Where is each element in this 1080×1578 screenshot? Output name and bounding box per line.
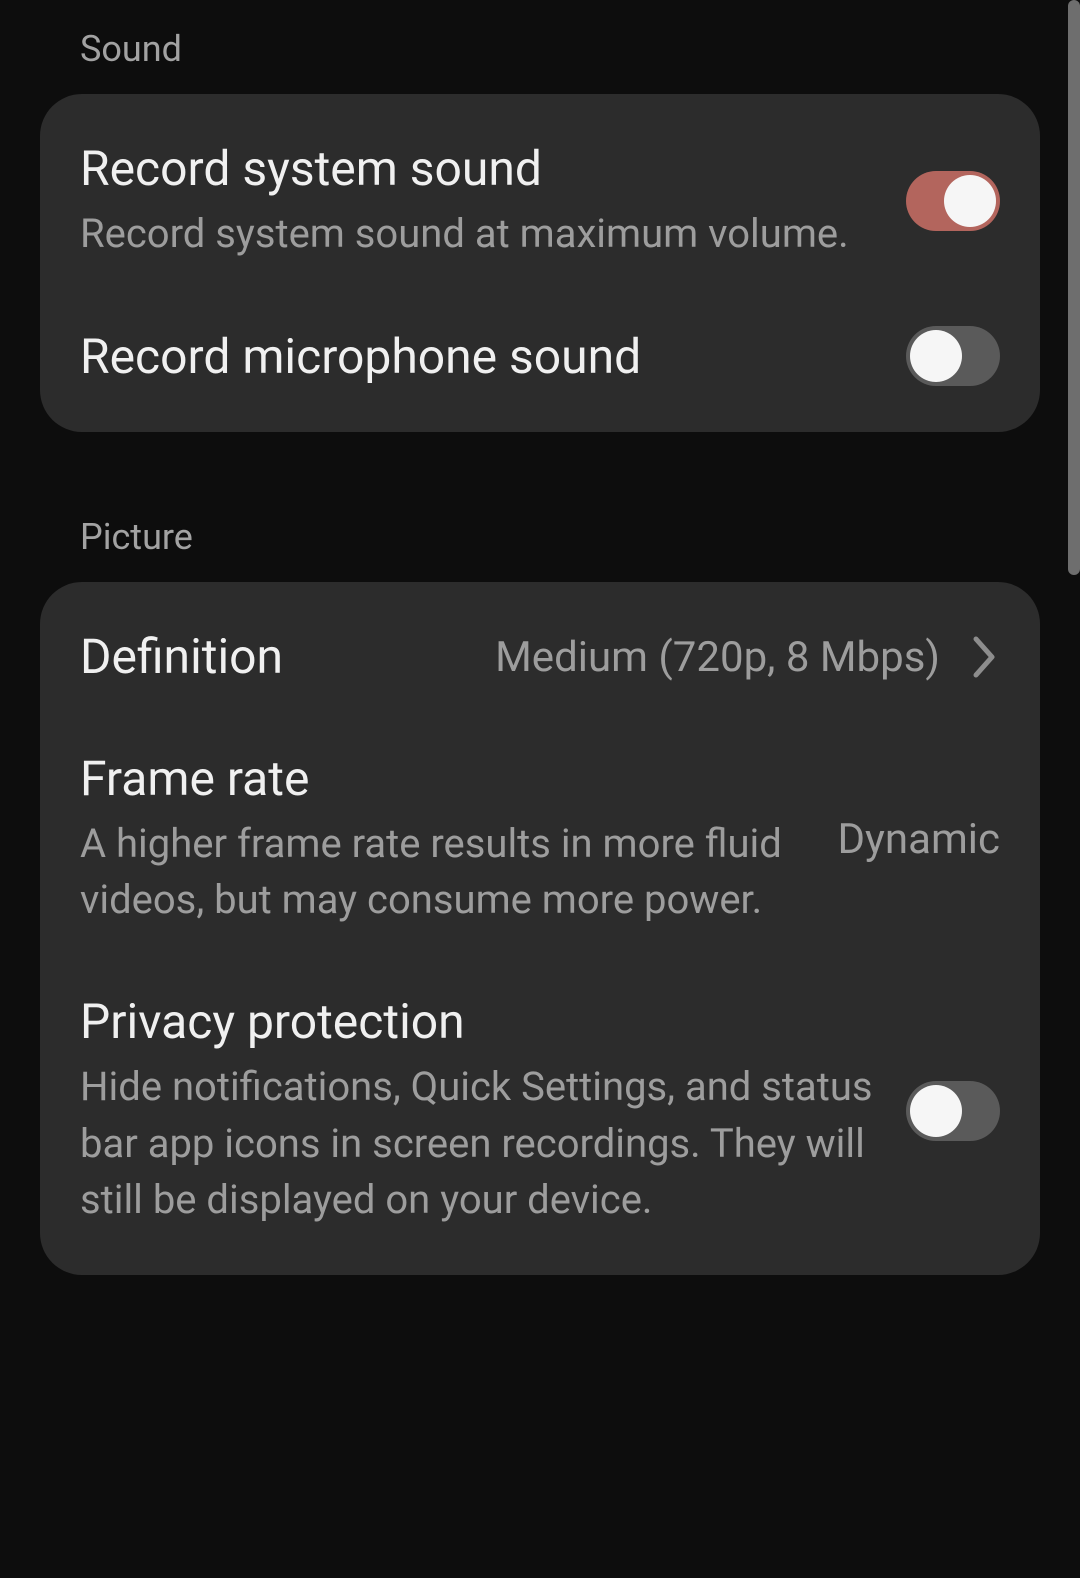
row-title: Privacy protection xyxy=(80,993,876,1051)
row-subtitle: Hide notifications, Quick Settings, and … xyxy=(80,1059,876,1229)
row-value-definition: Medium (720p, 8 Mbps) xyxy=(495,633,940,682)
row-value-frame-rate: Dynamic xyxy=(837,815,1000,864)
row-title: Record microphone sound xyxy=(80,328,876,386)
section-spacer xyxy=(40,432,1040,488)
toggle-knob xyxy=(910,1085,962,1137)
section-header-picture: Picture xyxy=(40,488,1040,582)
toggle-record-microphone-sound[interactable] xyxy=(906,326,1000,386)
row-title: Record system sound xyxy=(80,140,876,198)
scrollbar[interactable] xyxy=(1068,0,1080,575)
toggle-record-system-sound[interactable] xyxy=(906,171,1000,231)
row-text: Record system sound Record system sound … xyxy=(80,140,876,262)
toggle-knob xyxy=(910,330,962,382)
row-frame-rate[interactable]: Frame rate A higher frame rate results i… xyxy=(40,718,1040,961)
row-record-system-sound[interactable]: Record system sound Record system sound … xyxy=(40,108,1040,294)
toggle-knob xyxy=(944,175,996,227)
row-subtitle: Record system sound at maximum volume. xyxy=(80,206,876,263)
row-title: Frame rate xyxy=(80,750,807,808)
row-title: Definition xyxy=(80,628,465,686)
row-definition[interactable]: Definition Medium (720p, 8 Mbps) xyxy=(40,596,1040,718)
row-text: Definition xyxy=(80,628,465,686)
row-text: Record microphone sound xyxy=(80,328,876,386)
row-subtitle: A higher frame rate results in more flui… xyxy=(80,816,807,930)
picture-card: Definition Medium (720p, 8 Mbps) Frame r… xyxy=(40,582,1040,1275)
toggle-privacy-protection[interactable] xyxy=(906,1081,1000,1141)
row-privacy-protection[interactable]: Privacy protection Hide notifications, Q… xyxy=(40,961,1040,1261)
row-text: Frame rate A higher frame rate results i… xyxy=(80,750,807,929)
sound-card: Record system sound Record system sound … xyxy=(40,94,1040,432)
section-header-sound: Sound xyxy=(40,0,1040,94)
row-record-microphone-sound[interactable]: Record microphone sound xyxy=(40,294,1040,418)
settings-viewport: Sound Record system sound Record system … xyxy=(0,0,1080,1578)
row-text: Privacy protection Hide notifications, Q… xyxy=(80,993,876,1229)
chevron-right-icon xyxy=(970,633,1000,681)
